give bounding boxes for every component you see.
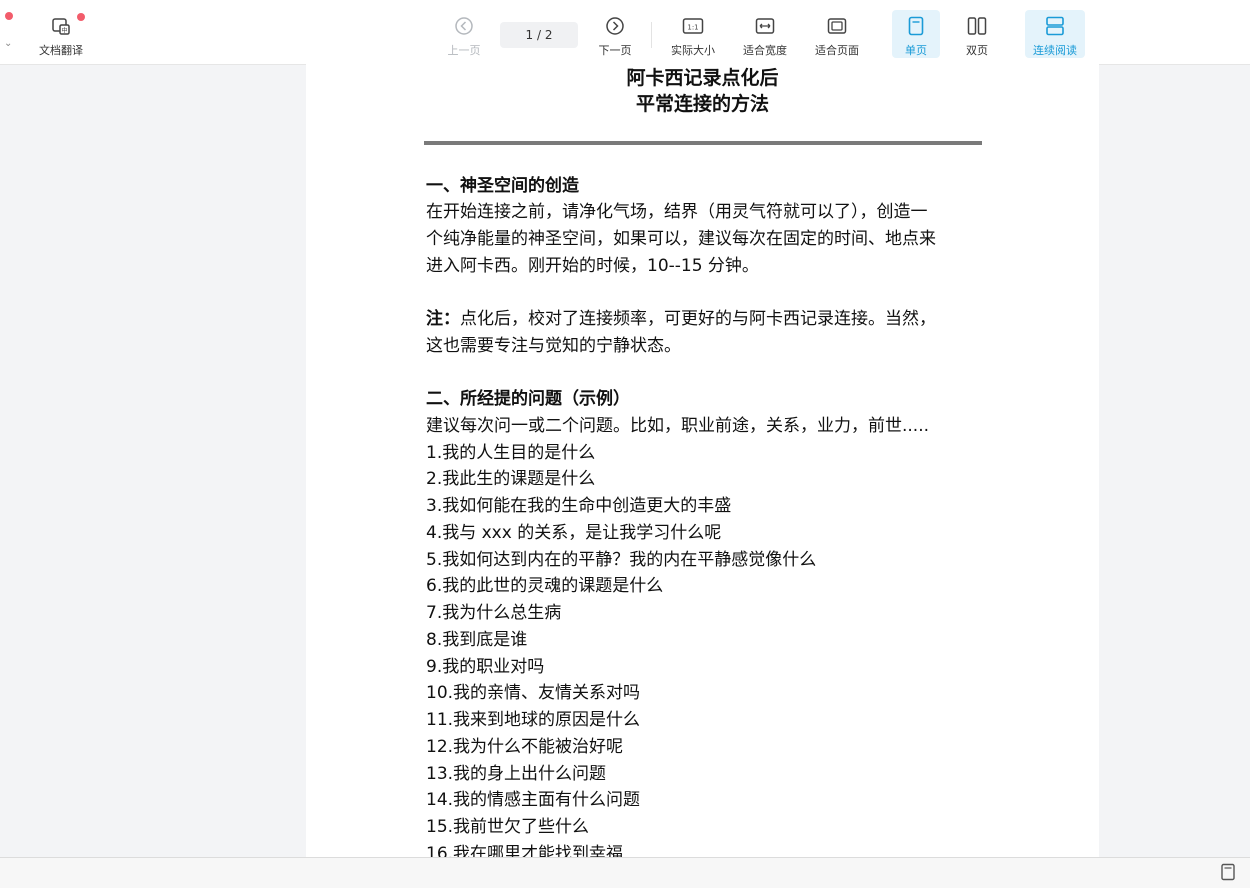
chevron-down-icon[interactable]: ⌄ bbox=[4, 38, 12, 49]
actual-size-label: 实际大小 bbox=[671, 44, 715, 57]
toolbar: ⌄ 中 文档翻译 上一页 1 / 2 下一页 1:1 实际大小 适合宽度 适合页… bbox=[0, 0, 1250, 65]
doc-title-line2: 平常连接的方法 bbox=[635, 93, 769, 115]
section1-line: 个纯净能量的神圣空间，如果可以，建议每次在固定的时间、地点来 bbox=[426, 229, 936, 249]
doc-title-line1: 阿卡西记录点化后 bbox=[626, 67, 779, 89]
question-item: 2.我此生的课题是什么 bbox=[426, 469, 596, 490]
document-page: 阿卡西记录点化后 平常连接的方法 一、神圣空间的创造 在开始连接之前，请净化气场… bbox=[306, 64, 1099, 860]
question-item: 1.我的人生目的是什么 bbox=[426, 442, 596, 463]
single-page-icon bbox=[908, 16, 924, 36]
question-item: 15.我前世欠了些什么 bbox=[426, 817, 590, 837]
section1-heading: 一、神圣空间的创造 bbox=[426, 176, 579, 196]
actual-size-icon: 1:1 bbox=[682, 16, 704, 36]
page-view-icon[interactable] bbox=[1220, 863, 1236, 885]
page-indicator[interactable]: 1 / 2 bbox=[500, 22, 578, 48]
note-line: 这也需要专注与觉知的宁静状态。 bbox=[426, 336, 681, 356]
fit-page-icon bbox=[827, 16, 847, 36]
note-text: 点化后，校对了连接频率，可更好的与阿卡西记录连接。当然， bbox=[460, 309, 936, 329]
question-item: 11.我来到地球的原因是什么 bbox=[426, 710, 641, 730]
section1-line: 在开始连接之前，请净化气场，结界（用灵气符就可以了），创造一 bbox=[426, 202, 928, 222]
question-item: 3.我如何能在我的生命中创造更大的丰盛 bbox=[426, 496, 732, 516]
question-item: 4.我与 xxx 的关系，是让我学习什么呢 bbox=[426, 522, 722, 543]
double-page-label: 双页 bbox=[966, 44, 988, 57]
translate-label: 文档翻译 bbox=[39, 44, 83, 57]
fit-width-icon bbox=[755, 16, 775, 36]
title-divider bbox=[424, 141, 982, 145]
question-item: 9.我的职业对吗 bbox=[426, 656, 545, 677]
continuous-read-button[interactable]: 连续阅读 bbox=[1025, 10, 1085, 58]
next-page-icon bbox=[605, 16, 625, 36]
fit-width-button[interactable]: 适合宽度 bbox=[737, 10, 793, 58]
question-item: 13.我的身上出什么问题 bbox=[426, 763, 607, 784]
fit-width-label: 适合宽度 bbox=[743, 44, 787, 57]
status-bar bbox=[0, 857, 1250, 888]
prev-page-icon bbox=[454, 16, 474, 36]
section1-line: 进入阿卡西。刚开始的时候，10--15 分钟。 bbox=[426, 256, 759, 276]
continuous-read-icon bbox=[1045, 16, 1065, 36]
next-page-button[interactable]: 下一页 bbox=[591, 10, 639, 58]
prev-page-label: 上一页 bbox=[447, 44, 481, 57]
toolbar-divider bbox=[651, 22, 652, 48]
svg-text:1:1: 1:1 bbox=[687, 24, 698, 32]
window-dot bbox=[5, 12, 13, 20]
prev-page-button[interactable]: 上一页 bbox=[440, 10, 488, 58]
double-page-button[interactable]: 双页 bbox=[953, 10, 1001, 58]
question-item: 5.我如何达到内在的平静？我的内在平静感觉像什么 bbox=[426, 549, 817, 570]
next-page-label: 下一页 bbox=[598, 44, 632, 57]
question-item: 10.我的亲情、友情关系对吗 bbox=[426, 683, 641, 704]
question-item: 8.我到底是谁 bbox=[426, 629, 528, 650]
continuous-read-label: 连续阅读 bbox=[1033, 44, 1077, 57]
note-paragraph: 注：点化后，校对了连接频率，可更好的与阿卡西记录连接。当然， bbox=[426, 306, 936, 333]
question-item: 6.我的此世的灵魂的课题是什么 bbox=[426, 576, 664, 597]
question-item: 7.我为什么总生病 bbox=[426, 603, 562, 623]
section2-intro: 建议每次问一或二个问题。比如，职业前途，关系，业力，前世..... bbox=[426, 416, 930, 436]
fit-page-button[interactable]: 适合页面 bbox=[809, 10, 865, 58]
single-page-button[interactable]: 单页 bbox=[892, 10, 940, 58]
note-label: 注： bbox=[426, 309, 460, 329]
double-page-icon bbox=[967, 16, 987, 36]
translate-button[interactable]: 中 文档翻译 bbox=[34, 10, 88, 58]
single-page-label: 单页 bbox=[905, 44, 927, 57]
actual-size-button[interactable]: 1:1 实际大小 bbox=[665, 10, 721, 58]
translate-icon: 中 bbox=[51, 16, 71, 36]
svg-text:中: 中 bbox=[61, 27, 67, 35]
fit-page-label: 适合页面 bbox=[815, 44, 859, 57]
question-item: 12.我为什么不能被治好呢 bbox=[426, 736, 624, 757]
question-item: 14.我的情感主面有什么问题 bbox=[426, 790, 641, 811]
section2-heading: 二、所经提的问题（示例） bbox=[426, 389, 630, 409]
